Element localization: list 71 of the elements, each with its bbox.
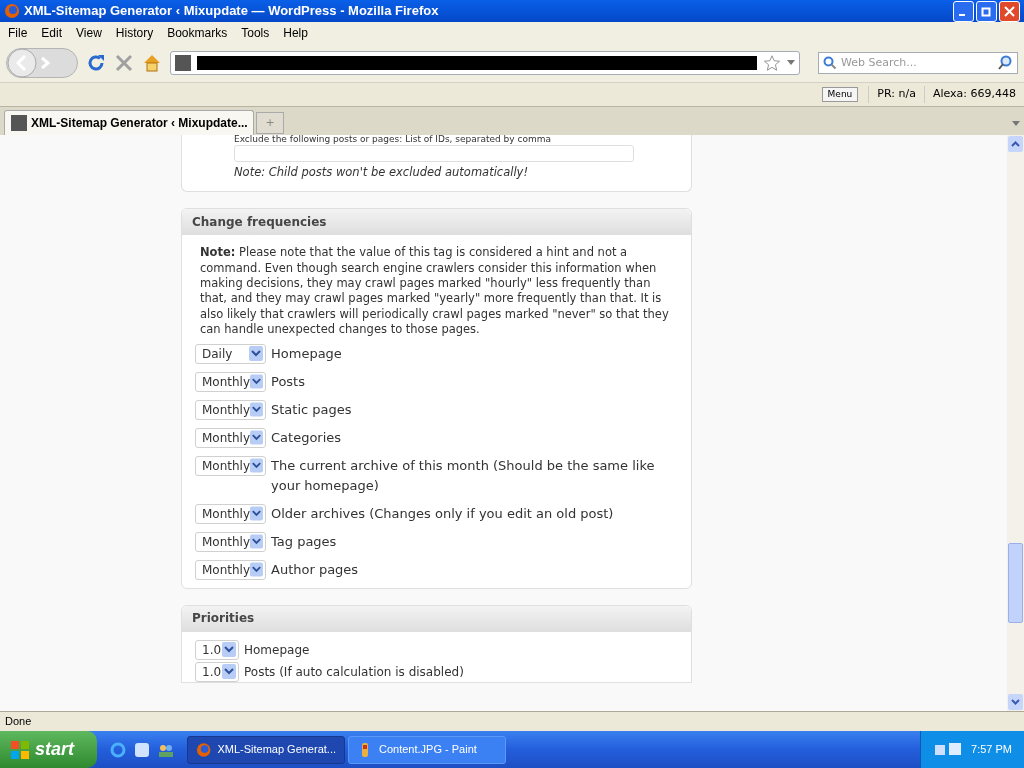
frequency-select[interactable]: 1.0 [195,661,239,682]
frequency-label: The current archive of this month (Should be the same like your homepage) [271,456,656,495]
frequency-note: Note: Please note that the value of this tag is considered a hint and not a command. Even though search engine crawlers consider this information when making decisions, they may crawl pages marked "hourly" less frequently than that, and they may crawl pages marked "yearly" more frequently than that. It is also likely that crawlers will periodically crawl pages marked "never" so that they can handle unexpected changes to those pages. [199,245,670,338]
frequency-select[interactable]: Monthly [195,503,266,524]
maximize-button[interactable] [976,0,997,22]
menu-item[interactable]: Help [277,24,314,42]
exclude-ids-field[interactable] [234,145,634,162]
frequency-select[interactable]: Monthly [195,371,266,392]
exclude-note: Note: Child posts won't be excluded automatically! [234,164,529,181]
frequency-label: Homepage [271,344,342,363]
menu-item[interactable]: Edit [35,24,69,42]
frequency-select[interactable]: Monthly [195,559,266,580]
scroll-down-icon[interactable] [1011,699,1020,705]
exclude-label: Exclude the following posts or pages: List of IDs, separated by comma [234,135,553,145]
search-field[interactable]: Web Search... [841,54,993,72]
frequency-select[interactable]: Monthly [195,399,266,420]
menu-item[interactable]: Tools [235,24,276,42]
frequency-select[interactable]: Monthly [195,531,266,552]
menu-item[interactable]: History [109,24,160,42]
frequency-label: Static pages [271,400,352,419]
frequency-label: Older archives (Changes only if you edit an old post) [271,504,614,523]
taskbar-button[interactable]: Content.JPG - Paint [348,735,506,764]
frequency-select[interactable]: Daily [195,343,266,364]
vertical-scrollbar[interactable] [1007,135,1024,711]
menu-button[interactable]: Menu [821,86,859,103]
maximize-icon [981,5,992,17]
frequency-select[interactable]: Monthly [195,455,266,476]
caret-icon[interactable] [787,60,795,66]
reload-icon[interactable] [86,53,106,73]
taskbar-button[interactable]: XML-Sitemap Generat... [187,735,345,764]
minimize-button[interactable] [953,0,974,22]
frequency-label: Posts [271,372,305,391]
tab-list-caret-icon[interactable] [1012,121,1020,127]
frequency-label: Categories [271,428,342,447]
scroll-up-icon[interactable] [1011,141,1020,147]
frequency-select[interactable]: 1.0 [195,639,239,660]
menu-item[interactable]: Bookmarks [161,24,234,42]
site-favicon-icon [11,115,27,131]
scroll-thumb[interactable] [1008,543,1023,623]
app-icon[interactable] [133,740,151,759]
frequency-label: Author pages [271,560,359,579]
alexa-rank-label: Alexa: 669,448 [923,86,1024,103]
star-icon[interactable] [763,54,781,72]
search-icon [823,56,837,70]
windows-logo-icon [10,739,30,760]
menu-item[interactable]: View [70,24,108,42]
browser-icon[interactable] [109,740,127,759]
stop-icon[interactable] [114,53,134,73]
close-icon [1004,5,1015,17]
home-icon[interactable] [142,53,162,73]
status-text: Done [5,714,32,730]
close-button[interactable] [999,0,1020,22]
browser-tab[interactable]: XML-Sitemap Generator ‹ Mixupdate... [4,110,254,135]
priority-label: Posts (If auto calculation is disabled) [244,663,464,681]
section-header: Priorities [182,605,691,632]
search-icon[interactable] [997,55,1013,71]
firefox-logo-icon [4,3,20,19]
clock: 7:57 PM [971,742,1012,758]
pagerank-label: PR: n/a [868,86,924,103]
window-title: XML-Sitemap Generator ‹ Mixupdate — WordPress - Mozilla Firefox [24,2,439,21]
frequency-label: Tag pages [271,532,337,551]
site-favicon-icon [175,55,191,71]
priority-label: Homepage [244,641,310,659]
search-box[interactable]: Web Search... [818,52,1018,74]
back-icon [7,48,37,78]
minimize-icon [959,14,965,16]
firefox-logo-icon [196,741,212,758]
section-header: Change frequencies [182,209,691,236]
address-field[interactable] [170,51,800,75]
menu-item[interactable]: File [2,24,34,42]
frequency-select[interactable]: Monthly [195,427,266,448]
